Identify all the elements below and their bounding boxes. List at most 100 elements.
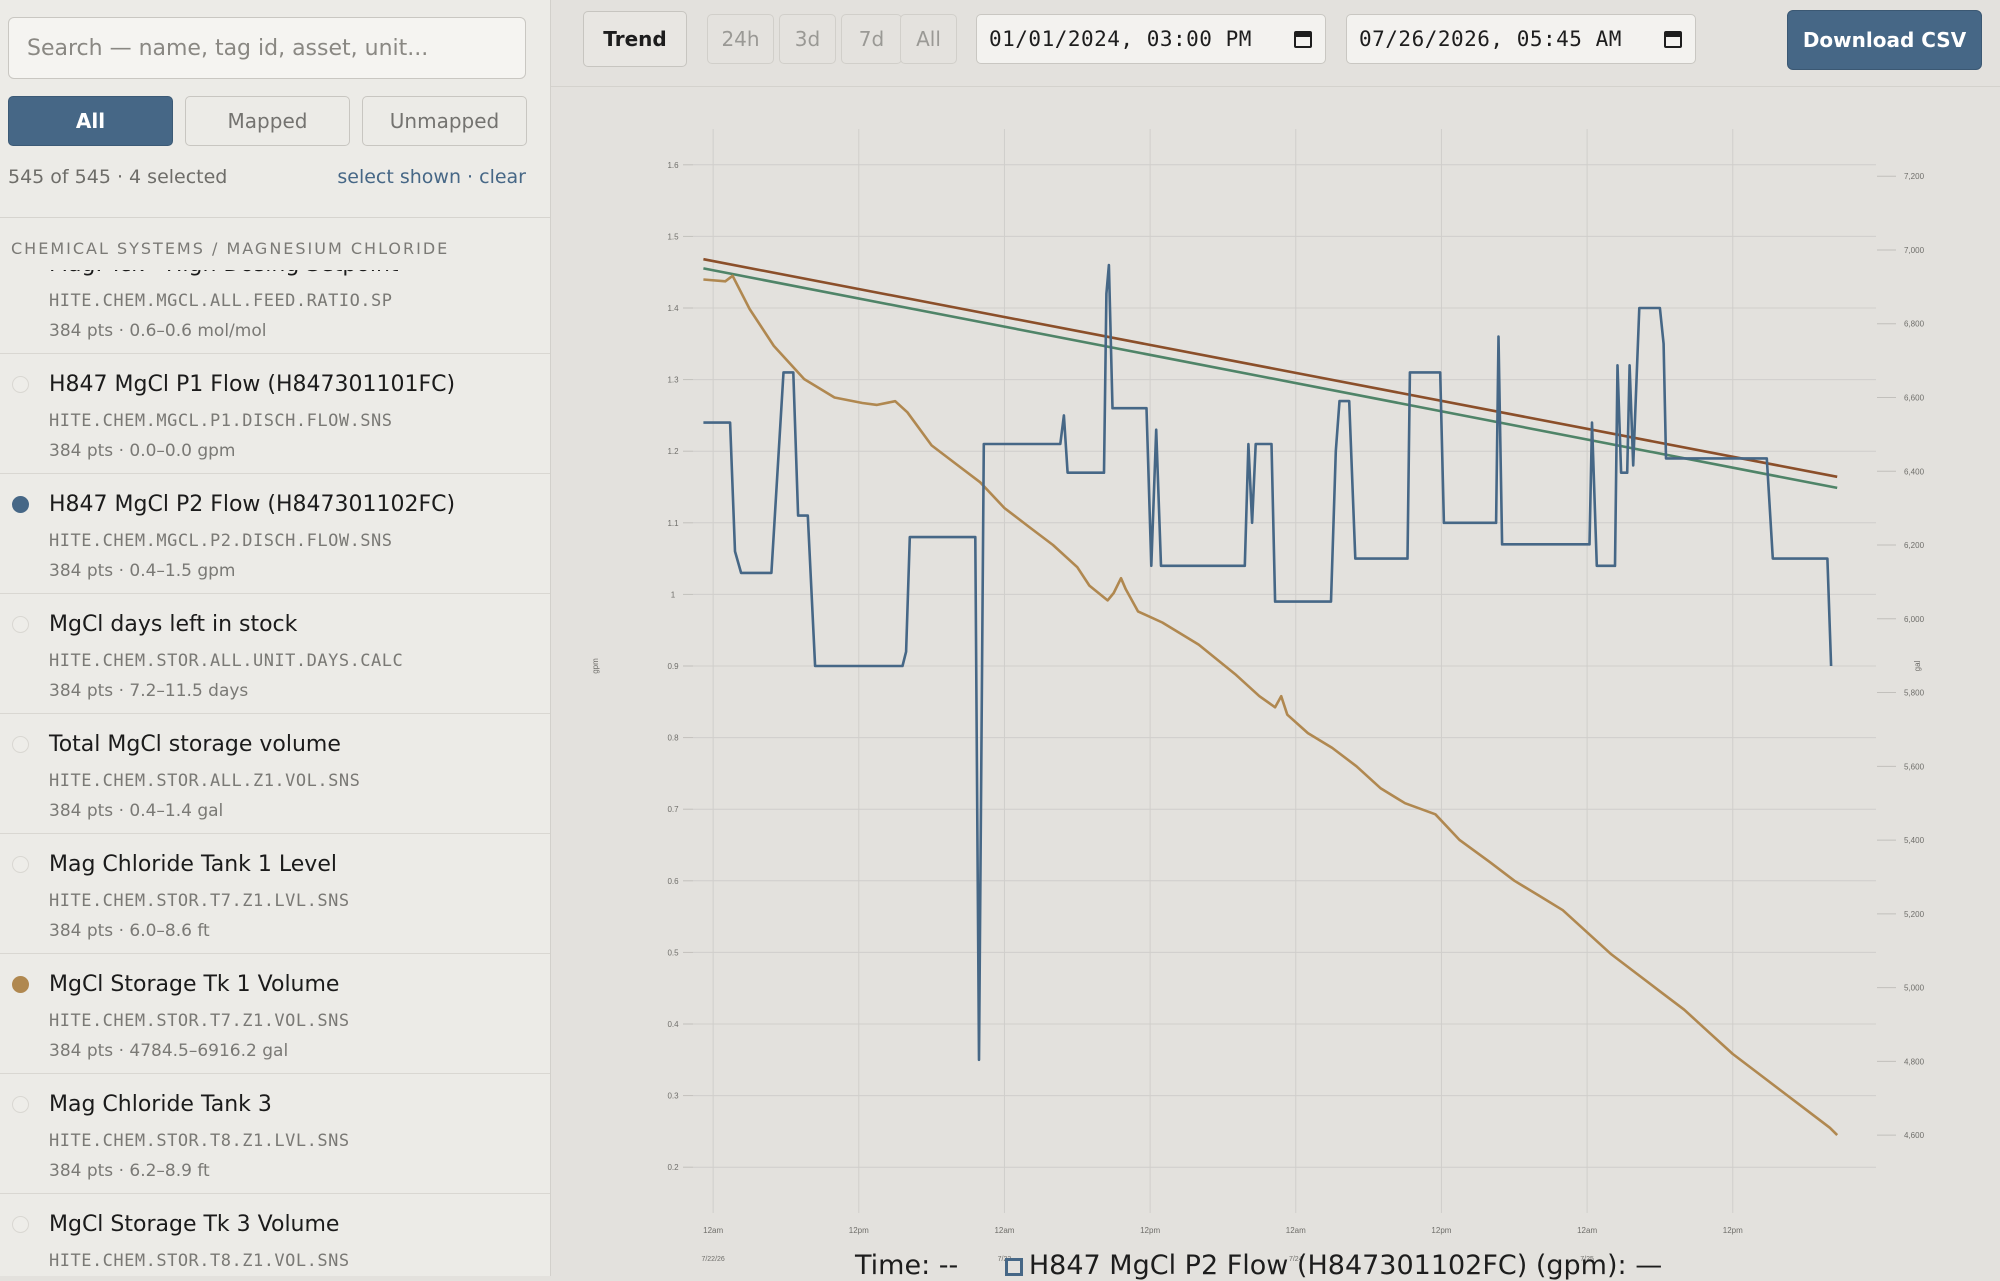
search-input[interactable]	[8, 17, 526, 79]
filter-mapped-button[interactable]: Mapped	[185, 96, 350, 146]
tag-list-item[interactable]: MgCl Storage Tk 3 Volume HITE.CHEM.STOR.T…	[0, 1194, 550, 1276]
y-right-tick-label: 7,200	[1904, 172, 1925, 181]
clear-link[interactable]: clear	[479, 166, 526, 188]
tag-id: HITE.CHEM.MGCL.ALL.FEED.RATIO.SP	[49, 291, 393, 311]
tag-name: MgCl Storage Tk 3 Volume	[49, 1212, 340, 1237]
tag-list-item[interactable]: H847 MgCl P1 Flow (H847301101FC) HITE.CHE…	[0, 354, 550, 474]
tag-list-item[interactable]: Mag Chloride Tank 1 Level HITE.CHEM.STOR.…	[0, 834, 550, 954]
selection-dot[interactable]	[12, 1216, 29, 1233]
y-left-tick-label: 0.4	[667, 1020, 679, 1029]
trend-chart-svg[interactable]: 0.2 0.3 0.4 0.5 0.6 0.7 0.8 0.9 1 1.1 1.2 1.3 1.4 1.5…	[551, 87, 2000, 1276]
x-tick-label: 12pm	[1431, 1226, 1451, 1235]
y-left-tick-label: 0.7	[667, 805, 679, 814]
tag-id: HITE.CHEM.STOR.T7.Z1.LVL.SNS	[49, 891, 350, 911]
y-left-tick-label: 1	[671, 590, 676, 599]
x-tick-label: 12pm	[849, 1226, 869, 1235]
x-tick-label: 12pm	[1723, 1226, 1743, 1235]
selection-dot[interactable]	[12, 376, 29, 393]
tag-meta: 384 pts · 6.2–8.9 ft	[49, 1161, 210, 1181]
start-datetime-value: 01/01/2024, 03:00 PM	[989, 27, 1252, 51]
legend-series-label: H847 MgCl P2 Flow (H847301102FC) (gpm):	[1028, 1250, 1627, 1281]
tag-list-item[interactable]: MgCl days left in stock HITE.CHEM.STOR.AL…	[0, 594, 550, 714]
y-right-tick-label: 6,800	[1904, 320, 1925, 329]
tag-meta: 384 pts · 0.0–0.0 gpm	[49, 441, 236, 461]
y-left-axis-label: gpm	[591, 658, 600, 674]
tag-id: HITE.CHEM.MGCL.P1.DISCH.FLOW.SNS	[49, 411, 393, 431]
tag-name: H847 MgCl P1 Flow (H847301101FC)	[49, 372, 456, 397]
series-line-0[interactable]	[703, 263, 1833, 1062]
start-datetime-input[interactable]: 01/01/2024, 03:00 PM	[976, 14, 1326, 64]
y-left-tick-label: 0.8	[667, 734, 679, 743]
range-7d-button[interactable]: 7d	[841, 14, 902, 64]
end-datetime-input[interactable]: 07/26/2026, 05:45 AM	[1346, 14, 1696, 64]
tag-list-item[interactable]: MgCl Storage Tk 1 Volume HITE.CHEM.STOR.T…	[0, 954, 550, 1074]
tag-id: HITE.CHEM.STOR.T8.Z1.VOL.SNS	[49, 1251, 350, 1271]
range-3d-button[interactable]: 3d	[779, 14, 836, 64]
y-left-tick-label: 1.2	[667, 447, 679, 456]
y-right-tick-label: 7,000	[1904, 246, 1925, 255]
tag-id: HITE.CHEM.STOR.T8.Z1.LVL.SNS	[49, 1131, 350, 1151]
y-left-tick-label: 1.5	[667, 232, 679, 241]
tag-meta: 384 pts · 6.0–8.6 ft	[49, 921, 210, 941]
calendar-icon[interactable]	[1663, 29, 1683, 49]
filter-unmapped-button[interactable]: Unmapped	[362, 96, 527, 146]
tag-name: H847 MgCl P2 Flow (H847301102FC)	[49, 492, 456, 517]
y-left-tick-label: 0.2	[667, 1163, 679, 1172]
y-left-tick-label: 0.3	[667, 1092, 679, 1101]
y-right-axis-label: gal	[1913, 660, 1922, 671]
chart-legend: Time: -- H847 MgCl P2 Flow (H847301102FC…	[855, 1250, 1662, 1281]
selection-dot[interactable]	[12, 496, 29, 513]
x-tick-label: 12am	[1577, 1226, 1597, 1235]
filter-all-button[interactable]: All	[8, 96, 173, 146]
selection-dot[interactable]	[12, 976, 29, 993]
x-tick-date-label: 7/22/26	[701, 1256, 724, 1263]
tag-id: HITE.CHEM.MGCL.P2.DISCH.FLOW.SNS	[49, 531, 393, 551]
tag-id: HITE.CHEM.STOR.ALL.UNIT.DAYS.CALC	[49, 651, 404, 671]
tag-meta: 384 pts · 0.4–1.4 gal	[49, 801, 224, 821]
tag-list-item[interactable]: Mag. Tck - High Dosing Setpoint HITE.CHEM…	[0, 270, 550, 354]
download-csv-button[interactable]: Download CSV	[1787, 10, 1982, 70]
legend-series-swatch[interactable]	[1004, 1257, 1023, 1276]
selection-dot[interactable]	[12, 736, 29, 753]
selection-dot[interactable]	[12, 616, 29, 633]
y-right-tick-label: 5,600	[1904, 762, 1925, 771]
y-left-tick-label: 1.4	[667, 304, 679, 313]
trend-tab[interactable]: Trend	[583, 11, 687, 67]
y-right-tick-label: 5,800	[1904, 689, 1925, 698]
divider	[0, 217, 550, 218]
y-left-tick-label: 1.3	[667, 376, 679, 385]
tag-meta: 384 pts · 4784.5–6916.2 gal	[49, 1041, 289, 1061]
tag-list-item[interactable]: Total MgCl storage volume HITE.CHEM.STOR.…	[0, 714, 550, 834]
legend-time-label: Time:	[855, 1250, 931, 1281]
y-right-tick-label: 5,400	[1904, 836, 1925, 845]
tag-sidebar: All Mapped Unmapped 545 of 545 · 4 selec…	[0, 0, 551, 1276]
range-24h-button[interactable]: 24h	[707, 14, 774, 64]
trend-chart[interactable]: 0.2 0.3 0.4 0.5 0.6 0.7 0.8 0.9 1 1.1 1.2 1.3 1.4 1.5…	[551, 87, 2000, 1276]
calendar-icon[interactable]	[1293, 29, 1313, 49]
y-left-tick-label: 1.1	[667, 519, 679, 528]
y-right-tick-label: 5,000	[1904, 984, 1925, 993]
tag-name: MgCl Storage Tk 1 Volume	[49, 972, 340, 997]
tag-id: HITE.CHEM.STOR.ALL.Z1.VOL.SNS	[49, 771, 361, 791]
tag-list: Mag. Tck - High Dosing Setpoint HITE.CHEM…	[0, 270, 550, 1276]
tag-meta: 384 pts · 0.4–1.5 gpm	[49, 561, 236, 581]
select-shown-link[interactable]: select shown	[337, 166, 461, 188]
selection-dot[interactable]	[12, 1096, 29, 1113]
tag-id: HITE.CHEM.STOR.T7.Z1.VOL.SNS	[49, 1011, 350, 1031]
y-right-tick-label: 6,000	[1904, 615, 1925, 624]
range-all-button[interactable]: All	[900, 14, 957, 64]
tag-name: Total MgCl storage volume	[49, 732, 341, 757]
y-right-tick-label: 6,200	[1904, 541, 1925, 550]
series-line-1[interactable]	[703, 274, 1839, 1137]
y-left-tick-label: 0.6	[667, 877, 679, 886]
y-right-tick-label: 5,200	[1904, 910, 1925, 919]
mapping-filter-group: All Mapped Unmapped	[8, 96, 527, 146]
selection-count: 545 of 545 · 4 selected	[8, 166, 228, 188]
y-right-tick-label: 4,800	[1904, 1057, 1925, 1066]
tag-name: Mag. Tck - High Dosing Setpoint	[49, 270, 399, 277]
tag-meta: 384 pts · 0.6–0.6 mol/mol	[49, 321, 267, 341]
tag-list-item[interactable]: H847 MgCl P2 Flow (H847301102FC) HITE.CHE…	[0, 474, 550, 594]
legend-time-value: --	[938, 1250, 959, 1281]
tag-list-item[interactable]: Mag Chloride Tank 3 HITE.CHEM.STOR.T8.Z1.…	[0, 1074, 550, 1194]
selection-dot[interactable]	[12, 856, 29, 873]
